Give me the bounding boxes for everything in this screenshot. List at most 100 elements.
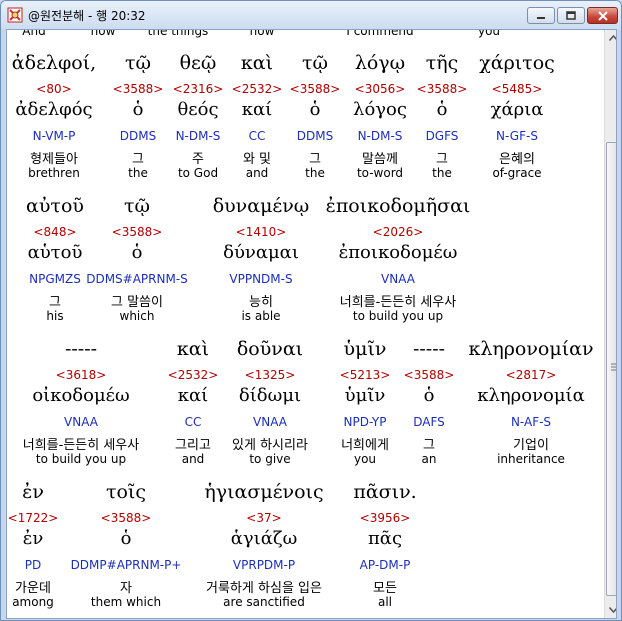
lemma-form: χάρια: [490, 99, 544, 120]
greek-word[interactable]: χάριτος: [479, 52, 555, 74]
greek-word[interactable]: τῷ: [302, 52, 328, 74]
strong-number[interactable]: <3588>: [417, 82, 468, 96]
greek-word[interactable]: θεῷ: [180, 52, 217, 74]
greek-word[interactable]: δοῦναι: [237, 338, 303, 360]
greek-word[interactable]: ἐποικοδομῆσαι: [326, 195, 471, 217]
strong-number[interactable]: <2532>: [168, 368, 219, 382]
greek-word[interactable]: πᾶσιν.: [353, 481, 416, 503]
strong-number[interactable]: <3588>: [101, 511, 152, 525]
strong-number[interactable]: <5213>: [340, 368, 391, 382]
strong-number[interactable]: <2532>: [232, 82, 283, 96]
english-gloss: to build you up: [352, 309, 444, 323]
korean-gloss: 너희를-든든히 세우사: [339, 295, 457, 310]
scrollbar-thumb[interactable]: [606, 142, 616, 596]
korean-gloss: 그: [132, 152, 144, 167]
lemma-form: ὁ: [120, 528, 132, 549]
greek-word[interactable]: καὶ: [241, 52, 273, 74]
maximize-button[interactable]: [557, 7, 585, 24]
strong-number[interactable]: <3588>: [290, 82, 341, 96]
lemma-form: ἐν: [22, 528, 44, 549]
korean-gloss: 가운데: [15, 581, 51, 596]
korean-gloss: 와 및: [242, 152, 272, 167]
english-gloss: are sanctified: [223, 595, 305, 609]
strong-number[interactable]: <2316>: [173, 82, 224, 96]
cut-off-english-gloss: the things: [147, 29, 209, 38]
title-bar[interactable]: @원전분해 - 행 20:32: [1, 1, 621, 29]
greek-word[interactable]: ὑμῖν: [344, 338, 387, 360]
strong-number[interactable]: <1325>: [245, 368, 296, 382]
korean-gloss: 그: [49, 295, 61, 310]
greek-word[interactable]: δυναμένῳ: [213, 195, 310, 217]
strong-number[interactable]: <3588>: [113, 82, 164, 96]
korean-gloss: 그 말씀이: [111, 295, 163, 310]
scroll-down-button[interactable]: [606, 602, 616, 617]
grip-icon: [611, 363, 616, 371]
english-gloss: to give: [249, 452, 291, 466]
lemma-form: ὁ: [309, 99, 321, 120]
morphology-code: NPGMZS: [29, 272, 81, 286]
morphology-code: PD: [24, 558, 42, 572]
strong-number[interactable]: <3588>: [404, 368, 455, 382]
greek-word[interactable]: αὐτοῦ: [26, 195, 84, 217]
morphology-code: CC: [248, 129, 266, 143]
strong-number[interactable]: <3618>: [56, 368, 107, 382]
english-gloss: among: [12, 595, 54, 609]
greek-word[interactable]: -----: [65, 338, 97, 360]
english-gloss: to-word: [356, 166, 404, 180]
greek-word[interactable]: -----: [413, 338, 445, 360]
lemma-form: ὁ: [131, 242, 143, 263]
scroll-up-button[interactable]: [606, 30, 616, 45]
english-gloss: the: [128, 166, 148, 180]
english-gloss: which: [119, 309, 155, 323]
greek-word[interactable]: ἀδελφοί,: [12, 52, 96, 74]
greek-word[interactable]: ἐν: [22, 481, 44, 503]
greek-word[interactable]: τῷ: [124, 195, 150, 217]
english-gloss: brethren: [28, 166, 80, 180]
strong-number[interactable]: <3056>: [355, 82, 406, 96]
greek-word[interactable]: τοῖς: [106, 481, 146, 503]
minimize-button[interactable]: [527, 7, 555, 24]
cut-off-english-gloss: now: [249, 29, 275, 38]
strong-number[interactable]: <848>: [33, 225, 76, 239]
interlinear-view[interactable]: And now the things now I commend you ἀδελφοί, <…: [6, 29, 617, 619]
korean-gloss: 기업이: [513, 438, 549, 453]
lemma-form: οἰκοδομέω: [32, 385, 130, 406]
morphology-code: N-AF-S: [510, 415, 552, 429]
strong-number[interactable]: <2026>: [373, 225, 424, 239]
english-gloss: of-grace: [492, 166, 542, 180]
korean-gloss: 있게 하시리라: [232, 438, 308, 453]
morphology-code: N-GF-S: [496, 129, 538, 143]
greek-word[interactable]: λόγῳ: [355, 52, 405, 74]
strong-number[interactable]: <37>: [246, 511, 281, 525]
lemma-form: ὁ: [423, 385, 435, 406]
greek-word[interactable]: τῷ: [125, 52, 151, 74]
vertical-scrollbar[interactable]: [604, 30, 616, 618]
korean-gloss: 형제들아: [30, 152, 78, 167]
strong-number[interactable]: <80>: [36, 82, 71, 96]
strong-number[interactable]: <5485>: [492, 82, 543, 96]
strong-number[interactable]: <3588>: [112, 225, 163, 239]
greek-word[interactable]: καὶ: [177, 338, 209, 360]
greek-word[interactable]: τῆς: [426, 52, 459, 74]
strong-number[interactable]: <1410>: [236, 225, 287, 239]
lemma-form: ὁ: [436, 99, 448, 120]
english-gloss: and: [245, 166, 269, 180]
app-window: @원전분해 - 행 20:32 And now the things now I com…: [0, 0, 622, 621]
close-button[interactable]: [587, 7, 618, 24]
strong-number[interactable]: <1722>: [8, 511, 59, 525]
strong-number[interactable]: <2817>: [506, 368, 557, 382]
english-gloss: you: [353, 452, 377, 466]
strong-number[interactable]: <3956>: [360, 511, 411, 525]
cut-off-english-gloss: now: [90, 29, 116, 38]
korean-gloss: 말씀께: [362, 152, 398, 167]
english-gloss: an: [421, 452, 437, 466]
morphology-code: VNAA: [381, 272, 415, 286]
korean-gloss: 너희에게: [341, 438, 389, 453]
greek-word[interactable]: ἡγιασμένοις: [204, 481, 323, 503]
korean-gloss: 거룩하게 하심을 입은: [206, 581, 322, 596]
cut-off-english-gloss: And: [22, 29, 46, 38]
greek-word[interactable]: κληρονομίαν: [468, 338, 593, 360]
morphology-code: VPPNDM-S: [229, 272, 293, 286]
morphology-code: AP-DM-P: [359, 558, 411, 572]
morphology-code: NPD-YP: [343, 415, 387, 429]
